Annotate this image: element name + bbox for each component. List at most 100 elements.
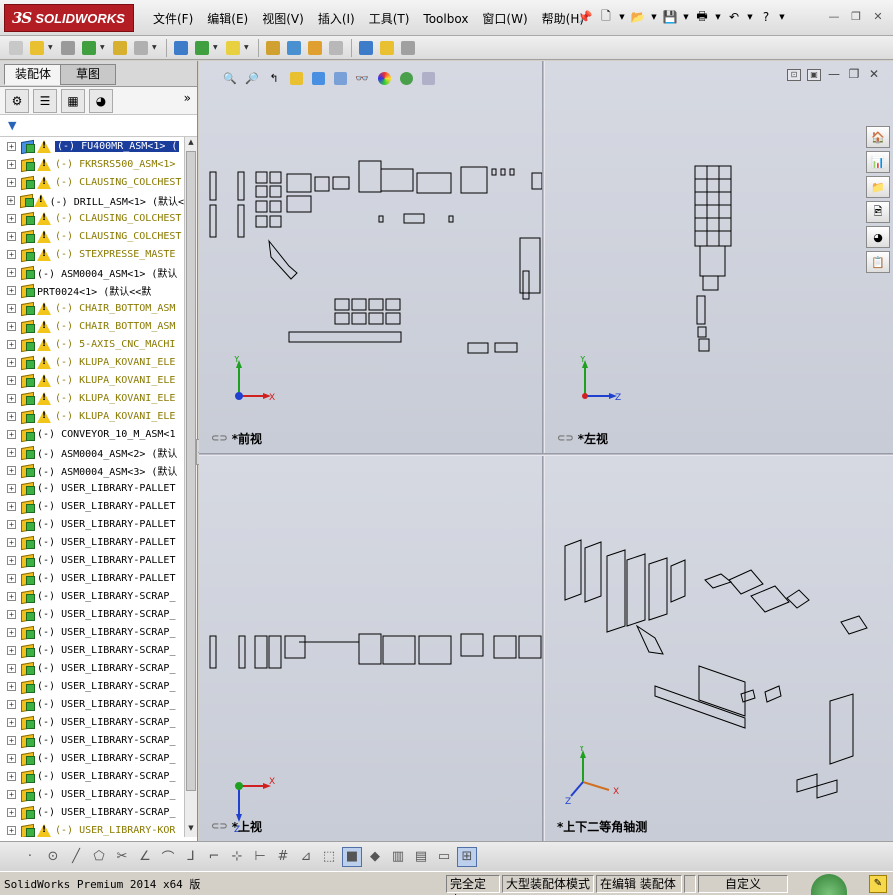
tree-item[interactable]: + (-) CLAUSING_COLCHEST	[0, 209, 184, 227]
tree-item[interactable]: + (-) USER_LIBRARY-SCRAP_	[0, 749, 184, 767]
print-icon[interactable]: 🖶	[693, 8, 711, 26]
menu-toolbox[interactable]: Toolbox	[416, 10, 475, 28]
expand-icon[interactable]: +	[7, 663, 16, 673]
expand-icon[interactable]: +	[7, 609, 16, 619]
scroll-up-icon[interactable]: ▲	[186, 138, 196, 150]
cube-outline-icon[interactable]: ⬚	[319, 847, 339, 867]
tree-item[interactable]: + (-) USER_LIBRARY-SCRAP_	[0, 605, 184, 623]
expand-icon[interactable]: +	[7, 573, 16, 583]
viewport-horizontal-splitter[interactable]	[199, 453, 893, 456]
expand-icon[interactable]: +	[7, 825, 16, 835]
bom-icon[interactable]: ▥	[388, 847, 408, 867]
expand-icon[interactable]: +	[7, 537, 16, 547]
expand-icon[interactable]: +	[7, 339, 16, 349]
viewport-front[interactable]: 🔍 🔎 ↰ 👓 Y X ⊂⊃ *前视	[199, 61, 542, 453]
tree-item[interactable]: + (-) FU400MR_ASM<1> (	[0, 137, 184, 155]
measure-icon[interactable]	[356, 38, 376, 58]
tree-item[interactable]: + (-) KLUPA_KOVANI_ELE	[0, 371, 184, 389]
component-icon[interactable]: ▤	[411, 847, 431, 867]
solidworks-logo[interactable]: 3S SOLIDWORKS	[4, 4, 134, 32]
menu-insert[interactable]: 插入(I)	[311, 10, 362, 28]
viewport-left[interactable]: ⊡ ▣ — ❐ ✕ 🏠 📊 📁 🖻 ◕ 📋 Y Z ⊂⊃ *左视	[545, 61, 893, 453]
expand-icon[interactable]: +	[7, 357, 16, 367]
four-view-layout-icon[interactable]: ⊞	[457, 846, 477, 867]
solidworks-resources-icon[interactable]: 🏠	[866, 126, 890, 148]
expand-panel-icon[interactable]: »	[184, 91, 191, 105]
configurationmanager-icon[interactable]: ▦	[61, 88, 85, 113]
tree-item[interactable]: + (-) USER_LIBRARY-PALLET	[0, 533, 184, 551]
expand-icon[interactable]: +	[7, 699, 16, 709]
tree-item[interactable]: + (-) CONVEYOR_10_M_ASM<1	[0, 425, 184, 443]
tree-item[interactable]: + (-) CLAUSING_COLCHEST	[0, 173, 184, 191]
scroll-thumb[interactable]	[186, 151, 196, 791]
expand-icon[interactable]: +	[7, 753, 16, 763]
expand-icon[interactable]: +	[7, 681, 16, 691]
bill-of-materials-icon[interactable]	[263, 38, 283, 58]
tree-item[interactable]: + (-) CHAIR_BOTTOM_ASM	[0, 317, 184, 335]
edit-component-icon[interactable]	[6, 38, 26, 58]
tree-item[interactable]: + (-) KLUPA_KOVANI_ELE	[0, 353, 184, 371]
menu-window[interactable]: 窗口(W)	[475, 10, 534, 28]
tree-item[interactable]: + (-) USER_LIBRARY-SCRAP_	[0, 695, 184, 713]
move-dropdown-icon[interactable]: ▼	[152, 44, 159, 51]
tree-item[interactable]: + (-) USER_LIBRARY-PALLET	[0, 551, 184, 569]
tree-item[interactable]: + (-) ASM0004_ASM<1> (默认	[0, 263, 184, 281]
tree-item[interactable]: + (-) KLUPA_KOVANI_ELE	[0, 389, 184, 407]
expand-icon[interactable]: +	[7, 447, 16, 457]
custom-properties-icon[interactable]: 📋	[866, 251, 890, 273]
featuremanager-tree-icon[interactable]: ⚙	[5, 88, 29, 113]
close-icon[interactable]: ✕	[869, 8, 887, 24]
expand-icon[interactable]: +	[7, 735, 16, 745]
save-dropdown-icon[interactable]: ▼	[682, 8, 690, 26]
window-layout-icon[interactable]: ▭	[434, 847, 454, 867]
tree-item[interactable]: + (-) CHAIR_BOTTOM_ASM	[0, 299, 184, 317]
smart-fasteners-icon[interactable]	[110, 38, 130, 58]
tree-item[interactable]: + (-) USER_LIBRARY-SCRAP_	[0, 623, 184, 641]
expand-icon[interactable]: +	[7, 555, 16, 565]
viewport-isometric[interactable]: Y X Z *上下二等角轴测	[545, 456, 893, 841]
construction-icon[interactable]: ⌐	[204, 847, 224, 867]
expand-icon[interactable]: +	[7, 591, 16, 601]
expand-icon[interactable]: +	[7, 285, 16, 295]
file-explorer-icon[interactable]: 📁	[866, 176, 890, 198]
tree-item[interactable]: + (-) USER_LIBRARY-SCRAP_	[0, 587, 184, 605]
design-library-icon[interactable]: 📊	[866, 151, 890, 173]
expand-icon[interactable]: +	[7, 501, 16, 511]
expand-icon[interactable]: +	[7, 519, 16, 529]
expand-icon[interactable]: +	[7, 645, 16, 655]
exploded-view-icon[interactable]	[284, 38, 304, 58]
tree-item[interactable]: + (-) USER_LIBRARY-SCRAP_	[0, 677, 184, 695]
expand-icon[interactable]: +	[7, 465, 16, 475]
line-icon[interactable]: ╱	[66, 847, 86, 867]
expand-icon[interactable]: +	[7, 177, 16, 187]
tree-item[interactable]: + (-) USER_LIBRARY-KOR	[0, 821, 184, 837]
undo-dropdown-icon[interactable]: ▼	[746, 8, 754, 26]
pattern-icon[interactable]	[79, 38, 99, 58]
status-units[interactable]: 自定义	[698, 875, 788, 893]
tree-item[interactable]: + (-) USER_LIBRARY-SCRAP_	[0, 659, 184, 677]
expand-icon[interactable]: +	[7, 627, 16, 637]
tree-item[interactable]: + (-) USER_LIBRARY-SCRAP_	[0, 803, 184, 821]
expand-icon[interactable]: +	[7, 717, 16, 727]
mate-icon[interactable]	[58, 38, 78, 58]
insert-component-icon[interactable]	[27, 38, 47, 58]
interference-detection-icon[interactable]	[305, 38, 325, 58]
tab-assembly[interactable]: 装配体	[4, 64, 63, 85]
tree-item[interactable]: + (-) USER_LIBRARY-SCRAP_	[0, 713, 184, 731]
viewport-top[interactable]: X Z ⊂⊃ *上视	[199, 456, 542, 841]
tree-item[interactable]: + (-) 5-AXIS_CNC_MACHI	[0, 335, 184, 353]
insert-dropdown-icon[interactable]: ▼	[48, 44, 55, 51]
menu-edit[interactable]: 编辑(E)	[200, 10, 255, 28]
undo-icon[interactable]: ↶	[725, 8, 743, 26]
help-dropdown-icon[interactable]: ▼	[778, 8, 786, 26]
save-icon[interactable]: 💾	[661, 8, 679, 26]
tree-item[interactable]: + (-) USER_LIBRARY-SCRAP_	[0, 785, 184, 803]
expand-icon[interactable]: +	[7, 393, 16, 403]
pattern-dropdown-icon[interactable]: ▼	[100, 44, 107, 51]
link-view-icon[interactable]: ⊂⊃	[557, 433, 574, 444]
help-icon[interactable]: ?	[757, 8, 775, 26]
polygon-icon[interactable]: ⬠	[89, 847, 109, 867]
expand-icon[interactable]: +	[7, 213, 16, 223]
minimize-icon[interactable]: —	[825, 8, 843, 24]
move-component-icon[interactable]	[131, 38, 151, 58]
